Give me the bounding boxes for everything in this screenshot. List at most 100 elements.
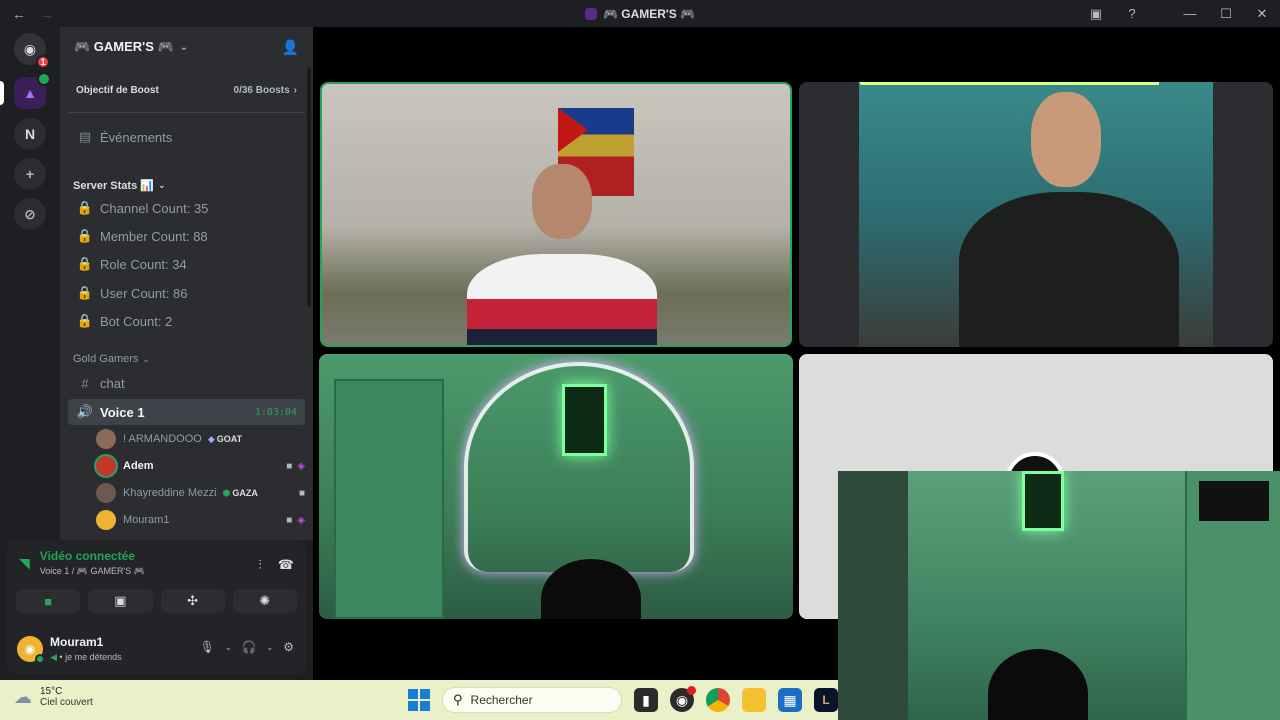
windows-taskbar: ☁ 15°C Ciel couvert ⚲ Rechercher ▮ ◉ ▦ L	[0, 680, 838, 720]
participant-video	[467, 164, 657, 345]
gear-icon[interactable]: ⚙	[283, 640, 294, 654]
voice-channel-voice-1[interactable]: 🔊 Voice 1 1:03:04	[68, 399, 305, 425]
task-view-icon[interactable]: ▮	[634, 688, 658, 712]
taskbar-search[interactable]: ⚲ Rechercher	[442, 687, 622, 713]
home-button[interactable]: ◉ 1	[14, 33, 50, 69]
avatar	[96, 483, 116, 503]
picture-in-picture-window[interactable]	[838, 471, 1280, 720]
weather-description: Ciel couvert	[40, 697, 93, 708]
screen-share-button[interactable]: ▣	[88, 589, 153, 613]
server-icon-n[interactable]: N	[14, 118, 46, 150]
headphones-icon[interactable]: 🎧	[242, 640, 257, 654]
video-feed	[322, 84, 790, 345]
events-label: Événements	[100, 129, 173, 145]
league-of-legends-icon[interactable]: L	[814, 688, 838, 712]
connection-location[interactable]: Voice 1 / 🎮 GAMER'S 🎮	[40, 566, 145, 577]
speaker-icon: ◀	[50, 652, 57, 662]
back-arrow-icon[interactable]: ←	[12, 6, 26, 22]
windows-start-icon[interactable]	[408, 689, 430, 711]
stat-channel[interactable]: 🔒 Member Count: 88	[68, 223, 305, 249]
hash-icon: #	[81, 375, 89, 391]
user-name[interactable]: Mouram1	[50, 635, 103, 649]
cloud-icon: ☁	[14, 686, 32, 707]
video-feed	[838, 471, 1280, 720]
chevron-down-icon: ⌄	[157, 179, 166, 190]
boost-label: Objectif de Boost	[76, 84, 159, 96]
user-name: ! ARMANDOOO	[123, 433, 202, 445]
chevron-down-icon[interactable]: ⌄	[267, 643, 274, 652]
voice-user[interactable]: Adem ■ ◈	[96, 454, 305, 478]
add-user-icon[interactable]: 👤	[282, 39, 299, 56]
user-tag: ⬢ GAZA	[223, 488, 258, 499]
divider	[68, 112, 305, 113]
discord-taskbar-icon[interactable]: ◉	[670, 686, 696, 712]
text-channel-chat[interactable]: # chat	[68, 370, 305, 396]
stat-channel[interactable]: 🔒 User Count: 86	[68, 280, 305, 306]
weather-widget[interactable]: ☁ 15°C Ciel couvert	[14, 686, 93, 708]
scrollbar[interactable]	[307, 67, 311, 307]
category-gold-gamers[interactable]: Gold Gamers ⌄	[68, 349, 305, 369]
stat-channel[interactable]: 🔒 Role Count: 34	[68, 251, 305, 277]
chevron-right-icon: ›	[293, 84, 297, 96]
help-icon[interactable]: ?	[1114, 6, 1150, 21]
channel-sidebar: 🎮 GAMER'S 🎮 ⌄ 👤 Objectif de Boost 0/36 B…	[60, 27, 313, 540]
channel-name: Channel Count: 35	[100, 200, 209, 216]
chrome-icon[interactable]	[706, 688, 730, 712]
boost-count: 0/36 Boosts	[233, 84, 290, 96]
channel-name: Bot Count: 2	[100, 313, 173, 329]
stat-channel[interactable]: 🔒 Channel Count: 35	[68, 195, 305, 221]
tag-text: GOAT	[216, 433, 243, 444]
lock-icon: 🔒	[76, 285, 94, 300]
status-text: je me détends	[65, 652, 122, 662]
chair-image	[988, 649, 1088, 720]
boost-goal[interactable]: Objectif de Boost 0/36 Boosts ›	[68, 78, 305, 102]
video-feed	[319, 354, 793, 619]
voice-user[interactable]: ! ARMANDOOO ◆ GOAT	[96, 427, 305, 451]
lock-icon: 🔒	[76, 200, 94, 215]
screen-share-icon[interactable]: ▣	[1078, 6, 1114, 22]
camera-button[interactable]: ■	[16, 589, 81, 613]
user-name: Khayreddine Mezzi	[123, 487, 217, 499]
noise-suppression-icon[interactable]: ⫶	[259, 557, 262, 573]
channel-name: User Count: 86	[100, 285, 188, 301]
video-camera-icon: ■	[298, 487, 305, 499]
avatar	[96, 510, 116, 530]
file-explorer-icon[interactable]	[742, 688, 766, 712]
server-header[interactable]: 🎮 GAMER'S 🎮 ⌄ 👤	[60, 27, 313, 67]
video-tile[interactable]	[320, 82, 792, 347]
tag-text: GAZA	[232, 487, 258, 498]
avatar	[96, 456, 116, 476]
close-icon[interactable]: ✕	[1244, 6, 1280, 22]
connection-status[interactable]: Vidéo connectée	[40, 549, 145, 563]
discord-icon: ◉	[23, 40, 37, 57]
video-tile[interactable]	[799, 82, 1273, 347]
category-name: Gold Gamers	[73, 353, 139, 365]
soundboard-button[interactable]: ✺	[232, 589, 297, 613]
voice-user[interactable]: Khayreddine Mezzi ⬢ GAZA ■	[96, 481, 305, 505]
stat-channel[interactable]: 🔒 Bot Count: 2	[68, 308, 305, 334]
server-icon-gamers[interactable]: ▲	[0, 72, 51, 109]
avatar[interactable]: ◉	[17, 636, 45, 664]
forward-arrow-icon[interactable]: →	[40, 6, 54, 22]
disconnect-icon[interactable]: ☎	[278, 557, 294, 573]
category-server-stats[interactable]: Server Stats 📊 ⌄	[68, 175, 305, 195]
speaker-icon: 🔊	[76, 404, 94, 419]
door-image	[334, 379, 444, 619]
video-tile[interactable]	[319, 354, 793, 619]
chevron-down-icon[interactable]: ⌄	[225, 643, 232, 652]
user-custom-status: ◀ • je me détends	[50, 652, 122, 662]
minimize-icon[interactable]: —	[1172, 6, 1208, 21]
selected-pill	[0, 81, 4, 105]
compass-icon[interactable]: ⊘	[14, 198, 46, 230]
microphone-icon[interactable]: 🎙	[200, 640, 215, 654]
store-icon[interactable]: ▦	[778, 688, 802, 712]
temperature: 15°C	[40, 686, 63, 697]
channel-name: Role Count: 34	[100, 256, 187, 272]
maximize-icon[interactable]: ☐	[1208, 6, 1244, 22]
add-server-icon[interactable]: +	[14, 158, 46, 190]
voice-user[interactable]: Mouram1 ■ ◈	[96, 508, 305, 532]
events-item[interactable]: ▤ Événements	[68, 124, 305, 150]
gem-icon: ◆	[207, 433, 215, 444]
participant-video	[959, 92, 1179, 347]
activities-button[interactable]: ✣	[160, 589, 225, 613]
